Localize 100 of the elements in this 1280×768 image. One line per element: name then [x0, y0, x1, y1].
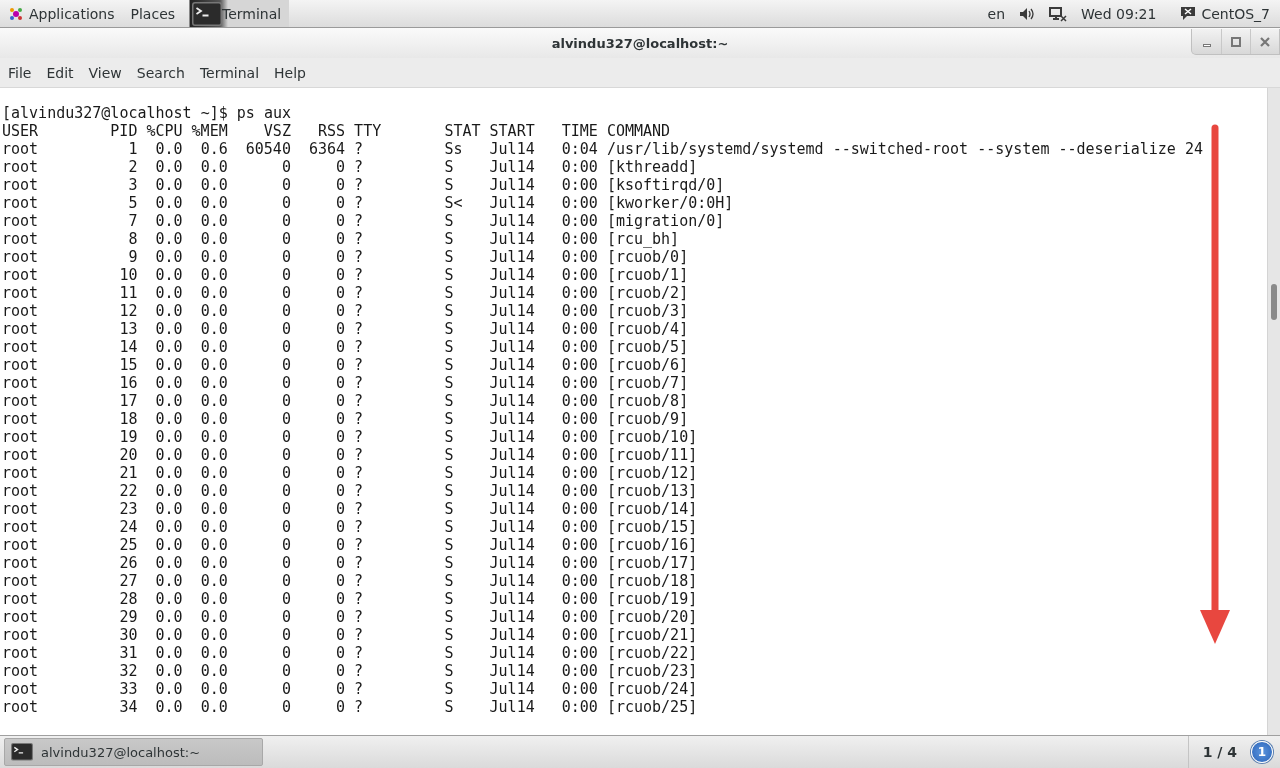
- table-cell-text: 24: [118, 518, 138, 536]
- table-cell-text: S: [444, 158, 455, 176]
- table-cell-text: 60540: [244, 140, 291, 158]
- table-cell-text: [rcuob/9]: [605, 410, 689, 428]
- table-cell-text: 0: [280, 158, 291, 176]
- table-cell-text: S: [444, 320, 455, 338]
- menu-item[interactable]: Edit: [42, 64, 82, 81]
- table-cell-text: 29: [118, 608, 138, 626]
- table-cell-text: 0.0: [199, 572, 228, 590]
- table-cell-text: 0:00: [560, 158, 598, 176]
- table-cell-text: 0: [335, 176, 346, 194]
- table-cell: Jul14: [489, 482, 535, 500]
- table-cell-text: [migration/0]: [605, 212, 725, 230]
- table-cell-text: ?: [353, 536, 365, 554]
- table-cell-text: 23: [118, 500, 138, 518]
- table-cell: Jul14: [489, 266, 535, 284]
- table-cell-text: 0:00: [560, 590, 598, 608]
- table-cell-text: 0: [280, 644, 291, 662]
- table-cell-text: S: [444, 680, 455, 698]
- table-cell-text: S: [444, 572, 455, 590]
- table-cell: root: [2, 626, 39, 644]
- table-cell-text: 13: [118, 320, 138, 338]
- table-cell: root: [2, 698, 39, 716]
- table-cell-text: S: [444, 338, 455, 356]
- terminal-icon: [192, 1, 223, 26]
- table-cell-text: 0.0: [154, 158, 183, 176]
- table-cell-text: 0.0: [154, 698, 183, 716]
- table-cell-text: 0: [280, 212, 291, 230]
- table-cell-text: 0:00: [560, 410, 598, 428]
- menu-item[interactable]: View: [84, 64, 130, 81]
- table-cell-text: 0.0: [199, 320, 228, 338]
- table-cell-text: ?: [353, 698, 365, 716]
- table-cell-text: S: [444, 554, 455, 572]
- menu-item[interactable]: Help: [270, 64, 314, 81]
- table-cell-text: 7: [127, 212, 138, 230]
- table-cell: root: [2, 248, 39, 266]
- table-cell-text: 0.0: [199, 536, 228, 554]
- table-cell-text: 0.0: [154, 446, 183, 464]
- table-cell-text: 0: [335, 536, 346, 554]
- table-cell-text: 0: [335, 572, 346, 590]
- table-cell: root: [2, 572, 39, 590]
- table-cell-text: 0.0: [199, 500, 228, 518]
- table-cell-text: 0: [280, 536, 291, 554]
- table-cell-text: 0.0: [154, 140, 183, 158]
- table-cell-text: ?: [353, 626, 365, 644]
- table-cell-text: ?: [353, 140, 365, 158]
- table-cell-text: 0:00: [560, 698, 598, 716]
- table-cell-text: 0: [280, 698, 291, 716]
- table-cell-text: 0.0: [199, 698, 228, 716]
- scrollbar-thumb[interactable]: [1271, 284, 1277, 320]
- table-cell-text: 0: [335, 356, 346, 374]
- table-cell-text: 30: [118, 626, 138, 644]
- table-cell-text: 0: [335, 482, 346, 500]
- table-cell: Jul14: [489, 176, 535, 194]
- table-cell-text: 0.0: [199, 590, 228, 608]
- clock[interactable]: Wed 09:21: [1081, 5, 1157, 22]
- table-cell-text: 0:00: [560, 194, 598, 212]
- table-cell-text: [rcuob/24]: [605, 680, 698, 698]
- table-cell: Jul14: [489, 590, 535, 608]
- table-cell-text: 0: [280, 176, 291, 194]
- table-cell-text: [rcuob/21]: [605, 626, 698, 644]
- table-cell: root: [2, 410, 39, 428]
- table-cell: Jul14: [489, 464, 535, 482]
- table-cell: Jul14: [489, 320, 535, 338]
- table-cell: Jul14: [489, 554, 535, 572]
- menu-item[interactable]: Terminal: [195, 64, 268, 81]
- terminal-icon: [11, 743, 33, 761]
- user-menu[interactable]: CentOS_7: [1201, 5, 1270, 22]
- table-cell: root: [2, 374, 39, 392]
- applications-menu[interactable]: Applications: [29, 5, 115, 22]
- table-cell-text: 9: [127, 248, 138, 266]
- scrollbar[interactable]: [1267, 88, 1280, 736]
- table-cell-text: [rcuob/11]: [605, 446, 698, 464]
- table-cell-text: 0: [335, 392, 346, 410]
- speaker-icon[interactable]: [1019, 6, 1036, 21]
- table-cell-text: 0: [335, 194, 346, 212]
- table-cell-text: S: [444, 482, 455, 500]
- table-cell-text: S: [444, 446, 455, 464]
- table-cell-text: 0.0: [154, 536, 183, 554]
- taskbar-window-button[interactable]: alvindu327@localhost:~: [4, 738, 263, 766]
- table-cell-text: 0.0: [154, 338, 183, 356]
- table-cell-text: [rcuob/14]: [605, 500, 698, 518]
- table-cell-text: 0: [280, 230, 291, 248]
- table-cell: root: [2, 176, 39, 194]
- table-cell-text: 0: [280, 374, 291, 392]
- language-indicator[interactable]: en: [987, 5, 1006, 22]
- table-cell-text: 0: [280, 518, 291, 536]
- network-icon[interactable]: [1049, 5, 1068, 22]
- menu-item[interactable]: File: [4, 64, 40, 81]
- table-cell: root: [2, 302, 39, 320]
- places-menu[interactable]: Places: [122, 0, 184, 28]
- table-cell-text: [rcuob/1]: [605, 266, 689, 284]
- table-cell: root: [2, 230, 39, 248]
- table-cell-text: /usr/lib/systemd/systemd --switched-root --system --deserialize 24: [605, 140, 1203, 158]
- table-cell-text: 0: [280, 410, 291, 428]
- table-cell-text: 0:00: [560, 230, 598, 248]
- column-header: VSZ: [262, 122, 291, 140]
- table-cell-text: 0: [280, 626, 291, 644]
- menu-item[interactable]: Search: [132, 64, 193, 81]
- table-cell-text: 0.0: [199, 554, 228, 572]
